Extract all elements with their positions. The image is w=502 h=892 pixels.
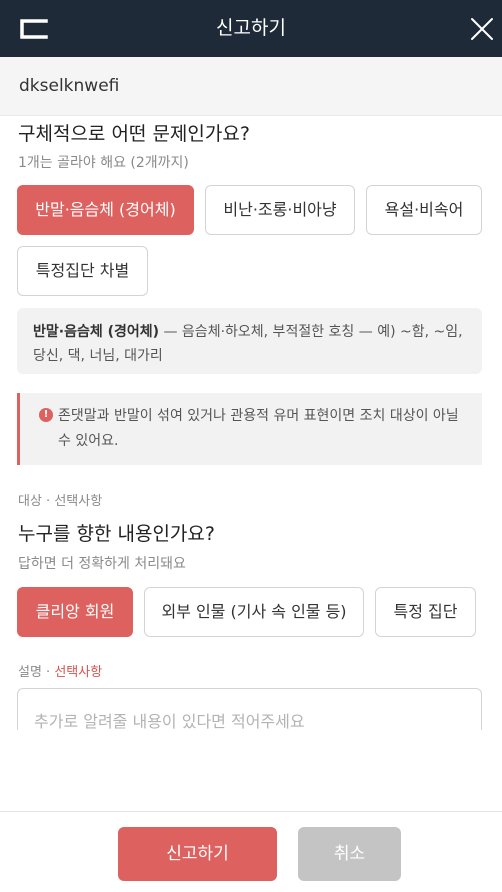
explanation-label-optional: 선택사항 bbox=[54, 665, 103, 680]
target-option-member[interactable]: 클리앙 회원 bbox=[17, 587, 133, 637]
close-icon[interactable] bbox=[468, 15, 496, 43]
target-question: 누구를 향한 내용인가요? bbox=[18, 523, 215, 545]
warning-text: 존댓말과 반말이 섞여 있거나 관용적 유머 표현이면 조치 대상이 아닐 수 … bbox=[58, 408, 459, 449]
report-form[interactable]: 구체적으로 어떤 문제인가요? 1개는 골라야 해요 (2개까지) 반말·음슴체… bbox=[0, 116, 502, 730]
problem-option-discrimination[interactable]: 특정집단 차별 bbox=[17, 246, 148, 296]
report-subject: dkselknwefi bbox=[19, 76, 120, 96]
explanation-label: 설명 · 선택사항 bbox=[18, 661, 102, 680]
target-hint: 답하면 더 정확하게 처리돼요 bbox=[18, 556, 186, 572]
info-icon: ! bbox=[39, 408, 53, 422]
problem-question: 구체적으로 어떤 문제인가요? bbox=[18, 123, 250, 145]
problem-option-mockery[interactable]: 비난·조롱·비아냥 bbox=[205, 185, 355, 235]
report-subject-bar: dkselknwefi bbox=[0, 57, 502, 116]
explanation-textarea[interactable] bbox=[17, 688, 482, 730]
target-option-outsider[interactable]: 외부 인물 (기사 속 인물 등) bbox=[144, 587, 364, 637]
header-bar: 신고하기 bbox=[0, 0, 502, 57]
explanation-label-prefix: 설명 · bbox=[18, 665, 55, 680]
target-section-label: 대상 · 선택사항 bbox=[18, 494, 103, 509]
warning-notice: ! 존댓말과 반말이 섞여 있거나 관용적 유머 표현이면 조치 대상이 아닐 … bbox=[17, 393, 482, 465]
cancel-button[interactable]: 취소 bbox=[298, 827, 401, 881]
submit-report-button[interactable]: 신고하기 bbox=[118, 827, 277, 881]
description-term: 반말·음슴체 (경어체) bbox=[33, 324, 160, 340]
dialog-title: 신고하기 bbox=[216, 17, 286, 39]
option-description: 반말·음슴체 (경어체) — 음슴체·하오체, 부적절한 호칭 — 예) ~함,… bbox=[17, 308, 482, 374]
target-option-group[interactable]: 특정 집단 bbox=[375, 587, 476, 637]
problem-option-banmal[interactable]: 반말·음슴체 (경어체) bbox=[17, 185, 194, 235]
problem-hint: 1개는 골라야 해요 (2개까지) bbox=[18, 155, 189, 171]
problem-option-profanity[interactable]: 욕설·비속어 bbox=[366, 185, 482, 235]
footer-actions: 신고하기 취소 bbox=[0, 811, 502, 892]
